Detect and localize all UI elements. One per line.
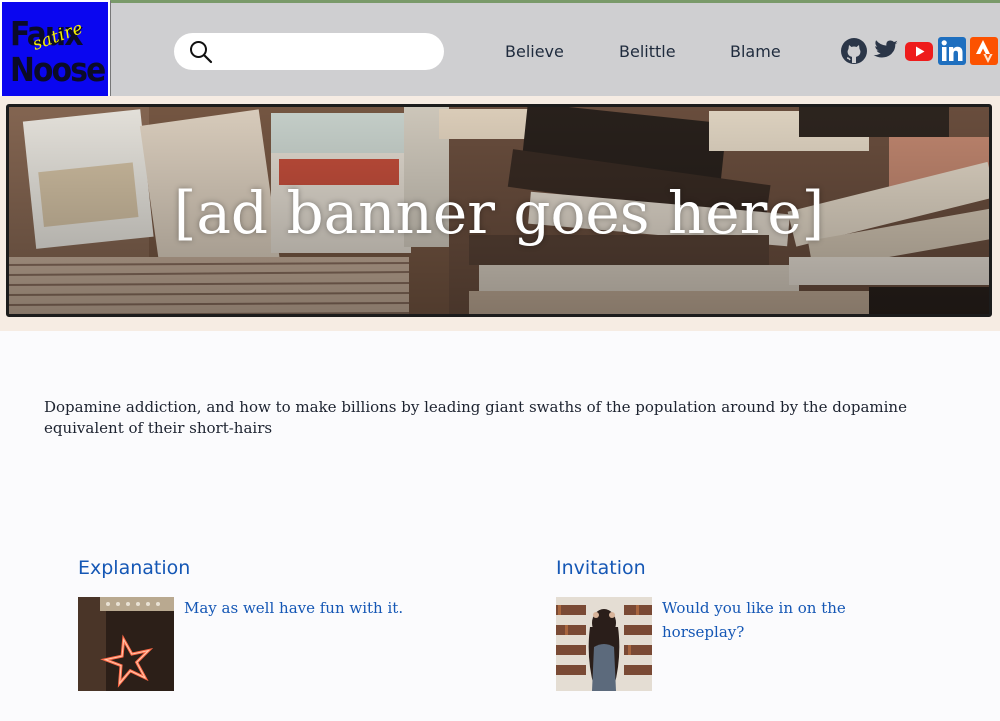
search-box[interactable] xyxy=(174,33,444,70)
github-icon[interactable] xyxy=(839,36,869,66)
woman-in-library-image[interactable] xyxy=(556,597,652,691)
twitter-icon[interactable] xyxy=(871,36,901,66)
youtube-icon[interactable] xyxy=(904,36,934,66)
search-icon[interactable] xyxy=(188,39,214,65)
explanation-heading[interactable]: Explanation xyxy=(78,557,190,579)
nav-belittle[interactable]: Belittle xyxy=(619,42,676,61)
intro-paragraph: Dopamine addiction, and how to make bill… xyxy=(44,398,907,437)
explanation-link[interactable]: May as well have fun with it. xyxy=(184,596,444,620)
ad-banner[interactable]: [ad banner goes here] xyxy=(6,104,992,317)
invitation-link[interactable]: Would you like in on the horseplay? xyxy=(662,596,882,644)
nav-blame[interactable]: Blame xyxy=(730,42,781,61)
site-logo[interactable]: Faux Noose satire xyxy=(0,0,110,104)
neon-star-image[interactable] xyxy=(78,597,174,691)
logo-text-noose: Noose xyxy=(10,50,106,89)
strava-icon[interactable] xyxy=(969,36,999,66)
invitation-heading[interactable]: Invitation xyxy=(556,557,646,579)
linkedin-icon[interactable] xyxy=(937,36,967,66)
site-header: Believe Belittle Blame xyxy=(0,0,1000,96)
nav-believe[interactable]: Believe xyxy=(505,42,564,61)
banner-placeholder-text: [ad banner goes here] xyxy=(173,179,825,247)
search-input[interactable] xyxy=(222,39,427,63)
